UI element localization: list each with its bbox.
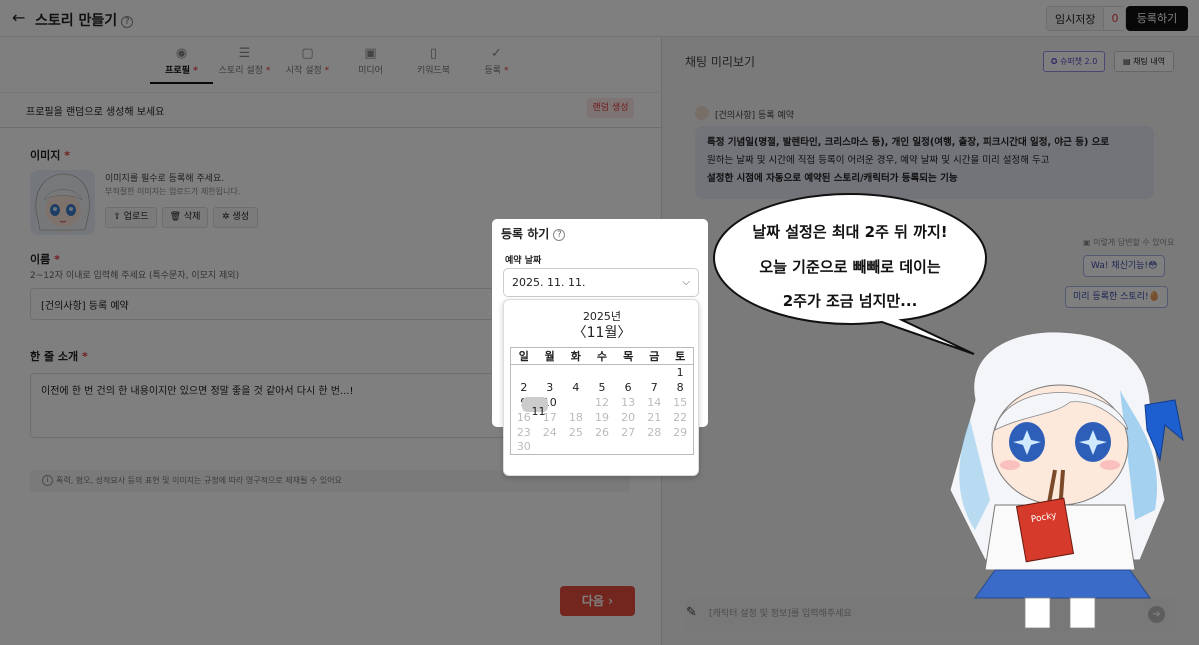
calendar-day: 29 [673, 425, 688, 439]
calendar-empty-cell [615, 440, 641, 455]
date-select[interactable]: 2025. 11. 11. ⌵ [503, 268, 699, 297]
weekday-row: 일월화수목금토 [510, 347, 694, 365]
weekday-header: 토 [667, 347, 694, 365]
weekday-header: 목 [615, 347, 642, 365]
week-row: 1 [511, 365, 694, 380]
help-icon[interactable]: ? [553, 229, 566, 241]
date-label: 예약 날짜 [505, 256, 542, 266]
mascot-illustration: Pocky [949, 331, 1184, 629]
prev-month-icon[interactable]: 〈 [573, 325, 587, 341]
calendar-day: 30 [516, 440, 531, 454]
weekday-header: 화 [562, 347, 589, 365]
calendar-empty-cell [641, 440, 667, 455]
week-row: 30 [511, 440, 694, 455]
date-picker-calendar: 2025년 〈11월〉 일월화수목금토 12345678910111213141… [503, 299, 699, 476]
calendar-empty-cell [563, 440, 589, 455]
calendar-day: 18 [568, 410, 583, 424]
calendar-day[interactable]: 4 [563, 380, 589, 395]
weekday-header: 금 [641, 347, 668, 365]
date-value: 2025. 11. 11. [512, 276, 586, 289]
calendar-day: 22 [673, 410, 688, 424]
calendar-grid: 일월화수목금토 12345678910111213141516171819202… [510, 347, 694, 455]
modal-title: 등록 하기? [501, 225, 566, 242]
week-row: 9101112131415 [511, 395, 694, 418]
calendar-day: 19 [594, 410, 609, 424]
calendar-empty-cell [667, 440, 693, 455]
calendar-empty-cell [537, 440, 563, 455]
calendar-month-nav: 〈11월〉 [504, 322, 700, 342]
speech-line-2: 오늘 기준으로 빼빼로 데이는 [759, 258, 941, 276]
calendar-empty-cell [589, 440, 615, 455]
weekday-header: 월 [536, 347, 563, 365]
calendar-day: 14 [647, 395, 662, 409]
calendar-empty-cell [537, 365, 563, 380]
calendar-day: 12 [594, 395, 609, 409]
calendar-day: 20 [621, 410, 636, 424]
calendar-empty-cell [563, 365, 589, 380]
next-month-icon[interactable]: 〉 [617, 325, 631, 341]
weekday-header: 수 [588, 347, 616, 365]
calendar-day[interactable]: 11 [521, 396, 548, 418]
calendar-day[interactable]: 5 [589, 380, 615, 395]
calendar-day: 21 [647, 410, 662, 424]
calendar-day: 24 [542, 425, 557, 439]
calendar-day: 15 [673, 395, 688, 409]
calendar-day[interactable]: 7 [641, 380, 667, 395]
calendar-day: 26 [594, 425, 609, 439]
calendar-day[interactable]: 3 [537, 380, 563, 395]
modal-title-text: 등록 하기 [501, 227, 550, 241]
calendar-day: 28 [647, 425, 662, 439]
calendar-day: 27 [621, 425, 636, 439]
speech-bubble: 날짜 설정은 최대 2주 뒤 까지! 오늘 기준으로 빼빼로 데이는 2주가 조… [712, 192, 988, 355]
calendar-empty-cell [641, 365, 667, 380]
calendar-day: 25 [568, 425, 583, 439]
calendar-day[interactable]: 8 [667, 380, 693, 395]
week-row: 23 24 25 26 27 28 29 [511, 425, 694, 440]
speech-line-3: 2주가 조금 넘지만... [782, 292, 918, 310]
calendar-empty-cell [589, 365, 615, 380]
chevron-down-icon: ⌵ [682, 277, 690, 288]
calendar-empty-cell [511, 365, 537, 380]
calendar-day[interactable]: 1 [667, 365, 693, 380]
speech-line-1: 날짜 설정은 최대 2주 뒤 까지! [752, 223, 948, 241]
calendar-day[interactable]: 2 [511, 380, 537, 395]
calendar-day[interactable]: 6 [615, 380, 641, 395]
calendar-day: 23 [516, 425, 531, 439]
calendar-month: 11월 [586, 325, 618, 341]
calendar-empty-cell [615, 365, 641, 380]
weekday-header: 일 [510, 347, 537, 365]
week-row: 2345678 [511, 380, 694, 395]
calendar-day: 13 [621, 395, 636, 409]
